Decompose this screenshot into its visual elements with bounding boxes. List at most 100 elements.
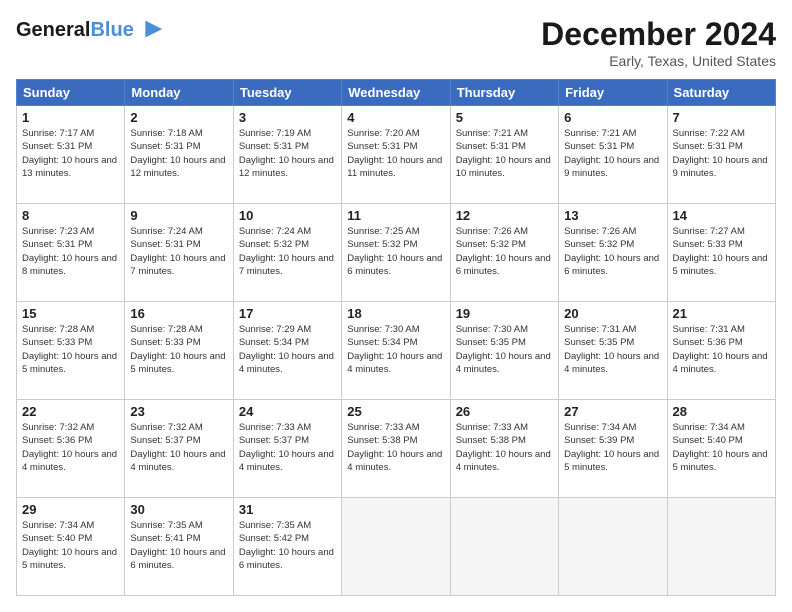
calendar-cell: 23 Sunrise: 7:32 AM Sunset: 5:37 PM Dayl… (125, 400, 233, 498)
calendar-cell: 5 Sunrise: 7:21 AM Sunset: 5:31 PM Dayli… (450, 106, 558, 204)
title-section: December 2024 Early, Texas, United State… (541, 16, 776, 69)
day-number: 28 (673, 404, 770, 419)
day-info: Sunrise: 7:18 AM Sunset: 5:31 PM Dayligh… (130, 127, 227, 180)
calendar-cell: 2 Sunrise: 7:18 AM Sunset: 5:31 PM Dayli… (125, 106, 233, 204)
calendar-cell: 6 Sunrise: 7:21 AM Sunset: 5:31 PM Dayli… (559, 106, 667, 204)
day-number: 12 (456, 208, 553, 223)
day-number: 15 (22, 306, 119, 321)
day-number: 5 (456, 110, 553, 125)
day-number: 27 (564, 404, 661, 419)
calendar-cell: 4 Sunrise: 7:20 AM Sunset: 5:31 PM Dayli… (342, 106, 450, 204)
calendar-cell (559, 498, 667, 596)
day-info: Sunrise: 7:24 AM Sunset: 5:31 PM Dayligh… (130, 225, 227, 278)
day-number: 24 (239, 404, 336, 419)
calendar-cell (450, 498, 558, 596)
day-number: 30 (130, 502, 227, 517)
calendar-cell: 18 Sunrise: 7:30 AM Sunset: 5:34 PM Dayl… (342, 302, 450, 400)
day-info: Sunrise: 7:19 AM Sunset: 5:31 PM Dayligh… (239, 127, 336, 180)
day-number: 13 (564, 208, 661, 223)
day-header-saturday: Saturday (667, 80, 775, 106)
day-number: 2 (130, 110, 227, 125)
day-info: Sunrise: 7:23 AM Sunset: 5:31 PM Dayligh… (22, 225, 119, 278)
day-number: 4 (347, 110, 444, 125)
calendar-cell (667, 498, 775, 596)
day-info: Sunrise: 7:33 AM Sunset: 5:37 PM Dayligh… (239, 421, 336, 474)
calendar-cell: 30 Sunrise: 7:35 AM Sunset: 5:41 PM Dayl… (125, 498, 233, 596)
page: GeneralBlue December 2024 Early, Texas, … (0, 0, 792, 612)
day-number: 31 (239, 502, 336, 517)
day-info: Sunrise: 7:33 AM Sunset: 5:38 PM Dayligh… (347, 421, 444, 474)
calendar-cell: 16 Sunrise: 7:28 AM Sunset: 5:33 PM Dayl… (125, 302, 233, 400)
day-info: Sunrise: 7:20 AM Sunset: 5:31 PM Dayligh… (347, 127, 444, 180)
day-info: Sunrise: 7:33 AM Sunset: 5:38 PM Dayligh… (456, 421, 553, 474)
day-info: Sunrise: 7:24 AM Sunset: 5:32 PM Dayligh… (239, 225, 336, 278)
day-info: Sunrise: 7:34 AM Sunset: 5:40 PM Dayligh… (673, 421, 770, 474)
calendar-cell: 10 Sunrise: 7:24 AM Sunset: 5:32 PM Dayl… (233, 204, 341, 302)
calendar-cell: 14 Sunrise: 7:27 AM Sunset: 5:33 PM Dayl… (667, 204, 775, 302)
day-info: Sunrise: 7:34 AM Sunset: 5:40 PM Dayligh… (22, 519, 119, 572)
calendar-table: SundayMondayTuesdayWednesdayThursdayFrid… (16, 79, 776, 596)
day-number: 6 (564, 110, 661, 125)
day-number: 7 (673, 110, 770, 125)
subtitle: Early, Texas, United States (541, 53, 776, 69)
day-number: 29 (22, 502, 119, 517)
day-number: 10 (239, 208, 336, 223)
calendar-cell: 22 Sunrise: 7:32 AM Sunset: 5:36 PM Dayl… (17, 400, 125, 498)
day-info: Sunrise: 7:32 AM Sunset: 5:37 PM Dayligh… (130, 421, 227, 474)
day-info: Sunrise: 7:30 AM Sunset: 5:35 PM Dayligh… (456, 323, 553, 376)
day-number: 22 (22, 404, 119, 419)
day-info: Sunrise: 7:31 AM Sunset: 5:35 PM Dayligh… (564, 323, 661, 376)
calendar-cell: 21 Sunrise: 7:31 AM Sunset: 5:36 PM Dayl… (667, 302, 775, 400)
day-number: 16 (130, 306, 227, 321)
calendar-cell: 19 Sunrise: 7:30 AM Sunset: 5:35 PM Dayl… (450, 302, 558, 400)
day-number: 21 (673, 306, 770, 321)
day-header-thursday: Thursday (450, 80, 558, 106)
day-info: Sunrise: 7:25 AM Sunset: 5:32 PM Dayligh… (347, 225, 444, 278)
day-header-tuesday: Tuesday (233, 80, 341, 106)
day-number: 9 (130, 208, 227, 223)
calendar-cell: 15 Sunrise: 7:28 AM Sunset: 5:33 PM Dayl… (17, 302, 125, 400)
day-number: 26 (456, 404, 553, 419)
calendar-cell (342, 498, 450, 596)
day-info: Sunrise: 7:26 AM Sunset: 5:32 PM Dayligh… (456, 225, 553, 278)
day-info: Sunrise: 7:35 AM Sunset: 5:41 PM Dayligh… (130, 519, 227, 572)
day-info: Sunrise: 7:35 AM Sunset: 5:42 PM Dayligh… (239, 519, 336, 572)
day-info: Sunrise: 7:30 AM Sunset: 5:34 PM Dayligh… (347, 323, 444, 376)
month-title: December 2024 (541, 16, 776, 53)
day-info: Sunrise: 7:27 AM Sunset: 5:33 PM Dayligh… (673, 225, 770, 278)
calendar-cell: 9 Sunrise: 7:24 AM Sunset: 5:31 PM Dayli… (125, 204, 233, 302)
calendar-cell: 17 Sunrise: 7:29 AM Sunset: 5:34 PM Dayl… (233, 302, 341, 400)
calendar-cell: 11 Sunrise: 7:25 AM Sunset: 5:32 PM Dayl… (342, 204, 450, 302)
calendar-cell: 26 Sunrise: 7:33 AM Sunset: 5:38 PM Dayl… (450, 400, 558, 498)
day-number: 23 (130, 404, 227, 419)
day-info: Sunrise: 7:22 AM Sunset: 5:31 PM Dayligh… (673, 127, 770, 180)
calendar-cell: 29 Sunrise: 7:34 AM Sunset: 5:40 PM Dayl… (17, 498, 125, 596)
calendar-cell: 3 Sunrise: 7:19 AM Sunset: 5:31 PM Dayli… (233, 106, 341, 204)
logo: GeneralBlue (16, 16, 164, 44)
day-number: 20 (564, 306, 661, 321)
header: GeneralBlue December 2024 Early, Texas, … (16, 16, 776, 69)
day-number: 18 (347, 306, 444, 321)
calendar-cell: 27 Sunrise: 7:34 AM Sunset: 5:39 PM Dayl… (559, 400, 667, 498)
calendar-cell: 8 Sunrise: 7:23 AM Sunset: 5:31 PM Dayli… (17, 204, 125, 302)
day-number: 8 (22, 208, 119, 223)
day-number: 14 (673, 208, 770, 223)
calendar-cell: 31 Sunrise: 7:35 AM Sunset: 5:42 PM Dayl… (233, 498, 341, 596)
logo-text: GeneralBlue (16, 19, 134, 41)
logo-icon (136, 16, 164, 44)
day-info: Sunrise: 7:28 AM Sunset: 5:33 PM Dayligh… (130, 323, 227, 376)
day-info: Sunrise: 7:17 AM Sunset: 5:31 PM Dayligh… (22, 127, 119, 180)
calendar-cell: 13 Sunrise: 7:26 AM Sunset: 5:32 PM Dayl… (559, 204, 667, 302)
day-number: 3 (239, 110, 336, 125)
day-number: 11 (347, 208, 444, 223)
day-info: Sunrise: 7:21 AM Sunset: 5:31 PM Dayligh… (456, 127, 553, 180)
day-info: Sunrise: 7:34 AM Sunset: 5:39 PM Dayligh… (564, 421, 661, 474)
calendar-cell: 28 Sunrise: 7:34 AM Sunset: 5:40 PM Dayl… (667, 400, 775, 498)
day-header-monday: Monday (125, 80, 233, 106)
day-header-friday: Friday (559, 80, 667, 106)
calendar-cell: 12 Sunrise: 7:26 AM Sunset: 5:32 PM Dayl… (450, 204, 558, 302)
day-header-wednesday: Wednesday (342, 80, 450, 106)
day-header-sunday: Sunday (17, 80, 125, 106)
day-number: 1 (22, 110, 119, 125)
day-info: Sunrise: 7:31 AM Sunset: 5:36 PM Dayligh… (673, 323, 770, 376)
